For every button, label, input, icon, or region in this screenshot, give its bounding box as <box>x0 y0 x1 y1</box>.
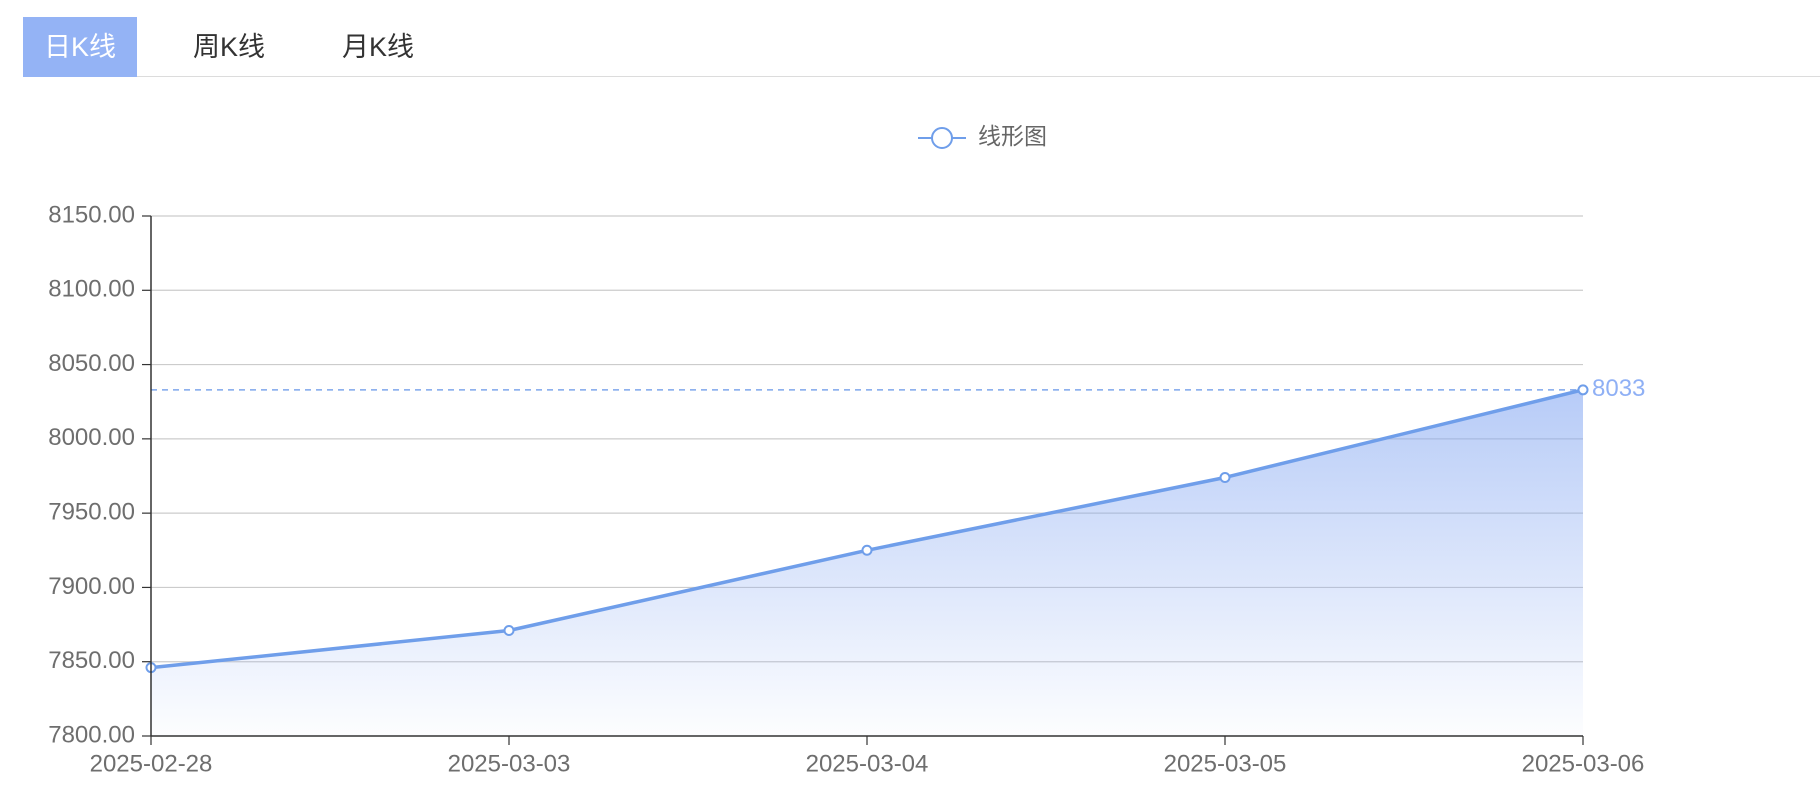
kline-tab-bar: 日K线 周K线 月K线 <box>23 17 1820 77</box>
legend-item[interactable]: 线形图 <box>918 123 1047 149</box>
markline-label: 8033 <box>1592 375 1645 402</box>
x-tick-label: 2025-02-28 <box>90 750 213 777</box>
x-tick-label: 2025-03-05 <box>1164 750 1287 777</box>
data-point <box>1577 384 1589 396</box>
y-tick-label: 8100.00 <box>48 276 135 303</box>
tab-daily-k[interactable]: 日K线 <box>23 17 137 77</box>
page: 日K线 周K线 月K线 线形图 8033 8150.00 8100.00 8050.… <box>0 0 1820 808</box>
data-point <box>1219 471 1231 483</box>
line-circle-icon <box>931 127 953 149</box>
x-tick-label: 2025-03-03 <box>448 750 571 777</box>
x-tick-label: 2025-03-04 <box>806 750 929 777</box>
line-chart: 线形图 8033 8150.00 8100.00 8050.00 8000.00 795… <box>48 123 1645 777</box>
tab-weekly-k[interactable]: 周K线 <box>172 17 286 77</box>
y-tick-label: 7950.00 <box>48 498 135 525</box>
y-tick-label: 8050.00 <box>48 350 135 377</box>
tab-monthly-k[interactable]: 月K线 <box>321 17 435 77</box>
y-tick-label: 8150.00 <box>48 201 135 228</box>
x-tick-label: 2025-03-06 <box>1522 750 1645 777</box>
y-tick-label: 7850.00 <box>48 647 135 674</box>
y-tick-label: 8000.00 <box>48 424 135 451</box>
data-point <box>861 544 873 556</box>
y-tick-label: 7900.00 <box>48 573 135 600</box>
series-layer: 8033 <box>145 375 1645 736</box>
data-point <box>503 625 515 637</box>
y-tick-label: 7800.00 <box>48 721 135 748</box>
legend-label: 线形图 <box>978 123 1047 149</box>
